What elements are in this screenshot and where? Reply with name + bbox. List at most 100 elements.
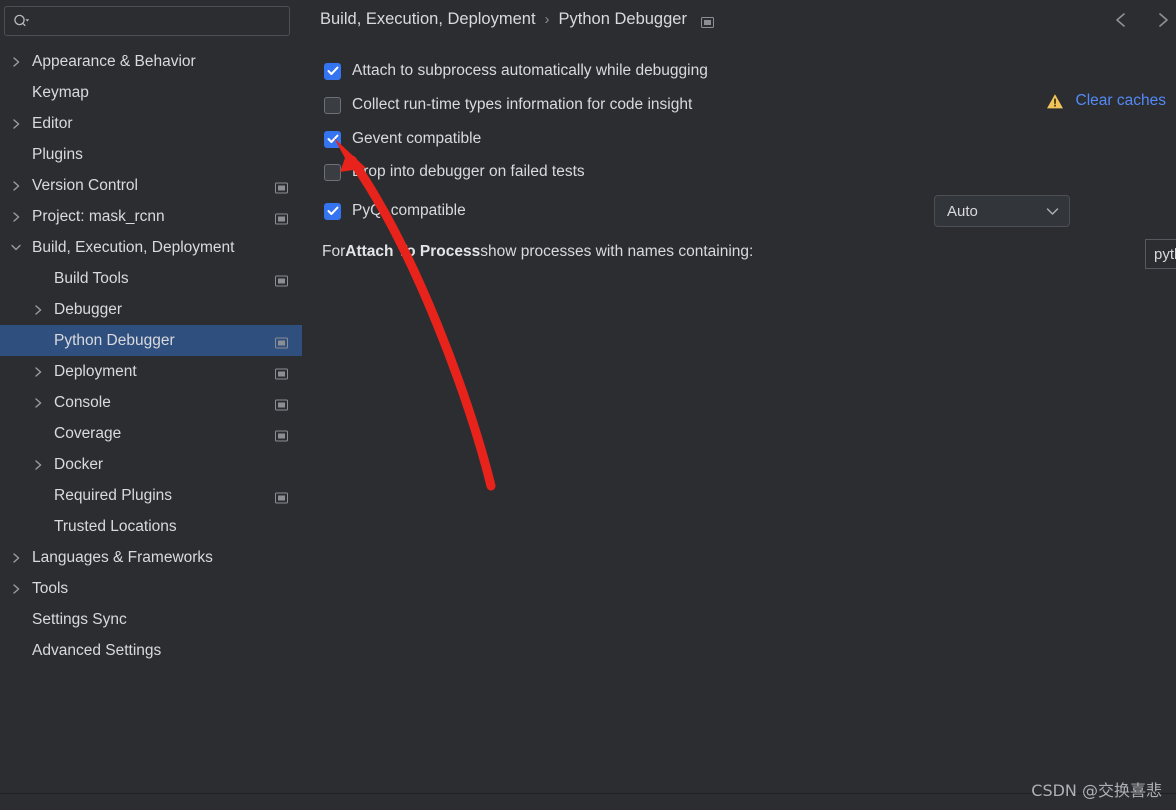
checkbox-attach-to-subprocess-automatically-while-debugging[interactable] [324, 62, 341, 80]
chevron-right-icon[interactable] [6, 583, 26, 595]
breadcrumb: Build, Execution, Deployment › Python De… [320, 10, 714, 29]
chevron-right-icon[interactable] [28, 304, 48, 316]
chevron-down-icon [1046, 203, 1059, 220]
sidebar-item-label: Deployment [54, 362, 137, 380]
sidebar-item-label: Trusted Locations [54, 517, 177, 535]
checkbox-gevent-compatible[interactable] [324, 130, 341, 148]
project-scope-icon [275, 335, 288, 348]
sidebar-item-label: Settings Sync [32, 610, 127, 628]
sidebar-item-label: Docker [54, 455, 104, 473]
project-scope-icon [700, 14, 714, 28]
sidebar-item-tools[interactable]: Tools [0, 573, 302, 604]
sidebar-item-label: Coverage [54, 424, 122, 442]
sidebar-item-label: Tools [32, 579, 69, 597]
option-label: Gevent compatible [352, 130, 482, 147]
search-container [0, 0, 302, 36]
sidebar-item-label: Keymap [32, 83, 89, 101]
attach-suffix: show processes with names containing: [480, 243, 754, 260]
sidebar-item-settings-sync[interactable]: Settings Sync [0, 604, 302, 635]
option-row-pyqt-compatible[interactable]: PyQt compatible [324, 202, 466, 220]
sidebar-item-advanced-settings[interactable]: Advanced Settings [0, 635, 302, 666]
sidebar-item-trusted-locations[interactable]: Trusted Locations [0, 511, 302, 542]
project-scope-icon [275, 428, 288, 441]
sidebar-item-plugins[interactable]: Plugins [0, 139, 302, 170]
clear-caches-link[interactable]: Clear caches [1076, 92, 1166, 110]
chevron-right-icon[interactable] [28, 366, 48, 378]
sidebar-item-debugger[interactable]: Debugger [0, 294, 302, 325]
pyqt-version-dropdown[interactable]: Auto [934, 195, 1070, 227]
sidebar-item-deployment[interactable]: Deployment [0, 356, 302, 387]
sidebar-item-label: Console [54, 393, 111, 411]
sidebar-item-editor[interactable]: Editor [0, 108, 302, 139]
search-box[interactable] [4, 6, 290, 36]
settings-tree: Appearance & Behavior Keymap Editor Plugins… [0, 46, 302, 666]
checkbox-collect-run-time-types-information-for-code-insight[interactable] [324, 96, 341, 114]
project-scope-icon [275, 366, 288, 379]
arrow-right-icon[interactable] [1152, 10, 1174, 30]
sidebar-item-appearance-behavior[interactable]: Appearance & Behavior [0, 46, 302, 77]
option-label: Collect run-time types information for c… [352, 96, 693, 113]
arrow-left-icon[interactable] [1110, 10, 1132, 30]
attach-bold: Attach To Process [345, 243, 481, 260]
checkbox-drop-into-debugger-on-failed-tests[interactable] [324, 163, 341, 181]
project-scope-icon [275, 211, 288, 224]
watermark: CSDN @交换喜悲 [1031, 781, 1162, 800]
sidebar-item-label: Build, Execution, Deployment [32, 238, 235, 256]
option-row-collect-run-time-types-information-for-code-insight[interactable]: Collect run-time types information for c… [324, 96, 692, 114]
option-label: Attach to subprocess automatically while… [352, 62, 708, 79]
checkbox-pyqt-compatible[interactable] [324, 202, 341, 220]
project-scope-icon [275, 490, 288, 503]
sidebar-item-label: Project: mask_rcnn [32, 207, 165, 225]
sidebar-item-docker[interactable]: Docker [0, 449, 302, 480]
chevron-right-icon[interactable] [6, 56, 26, 68]
option-row-drop-into-debugger-on-failed-tests[interactable]: Drop into debugger on failed tests [324, 163, 585, 181]
sidebar-item-console[interactable]: Console [0, 387, 302, 418]
project-scope-icon [275, 397, 288, 410]
sidebar-item-keymap[interactable]: Keymap [0, 77, 302, 108]
chevron-right-icon[interactable] [28, 397, 48, 409]
sidebar-item-languages-frameworks[interactable]: Languages & Frameworks [0, 542, 302, 573]
sidebar-item-label: Plugins [32, 145, 83, 163]
sidebar-item-label: Editor [32, 114, 73, 132]
breadcrumb-separator: › [544, 11, 550, 28]
search-icon [13, 14, 30, 29]
sidebar-item-project-mask-rcnn[interactable]: Project: mask_rcnn [0, 201, 302, 232]
sidebar-item-build-execution-deployment[interactable]: Build, Execution, Deployment [0, 232, 302, 263]
chevron-right-icon[interactable] [6, 118, 26, 130]
breadcrumb-leaf: Python Debugger [558, 10, 687, 28]
sidebar-item-label: Languages & Frameworks [32, 548, 213, 566]
sidebar-item-label: Debugger [54, 300, 123, 318]
chevron-down-icon[interactable] [6, 243, 26, 252]
breadcrumb-root[interactable]: Build, Execution, Deployment [320, 10, 536, 29]
sidebar-item-label: Python Debugger [54, 331, 175, 349]
option-row-attach-to-subprocess-automatically-while-debugging[interactable]: Attach to subprocess automatically while… [324, 62, 708, 80]
chevron-right-icon[interactable] [6, 211, 26, 223]
search-input[interactable] [30, 13, 289, 29]
option-row-gevent-compatible[interactable]: Gevent compatible [324, 130, 481, 148]
chevron-right-icon[interactable] [6, 552, 26, 564]
option-label: Drop into debugger on failed tests [352, 163, 585, 180]
project-scope-icon [275, 273, 288, 286]
settings-sidebar: Appearance & Behavior Keymap Editor Plugins… [0, 0, 302, 793]
chevron-right-icon[interactable] [28, 459, 48, 471]
project-scope-icon [275, 180, 288, 193]
sidebar-item-version-control[interactable]: Version Control [0, 170, 302, 201]
option-label: PyQt compatible [352, 202, 466, 219]
settings-main-panel: Build, Execution, Deployment › Python De… [302, 0, 1176, 793]
process-name-filter-input[interactable] [1145, 239, 1176, 269]
attach-prefix: For [322, 243, 346, 260]
pyqt-version-value: Auto [947, 202, 978, 220]
sidebar-item-coverage[interactable]: Coverage [0, 418, 302, 449]
sidebar-item-required-plugins[interactable]: Required Plugins [0, 480, 302, 511]
settings-dialog: Appearance & Behavior Keymap Editor Plugins… [0, 0, 1176, 810]
sidebar-item-label: Version Control [32, 176, 138, 194]
sidebar-item-label: Appearance & Behavior [32, 52, 196, 70]
history-navigation [1110, 10, 1176, 30]
sidebar-item-python-debugger[interactable]: Python Debugger [0, 325, 302, 356]
chevron-right-icon[interactable] [6, 180, 26, 192]
dialog-button-bar: OK Cancel [0, 794, 1176, 810]
sidebar-item-build-tools[interactable]: Build Tools [0, 263, 302, 294]
sidebar-item-label: Required Plugins [54, 486, 173, 504]
attach-to-process-label: For Attach To Process show processes wit… [322, 243, 753, 261]
clear-caches-row: Clear caches [1046, 92, 1166, 110]
